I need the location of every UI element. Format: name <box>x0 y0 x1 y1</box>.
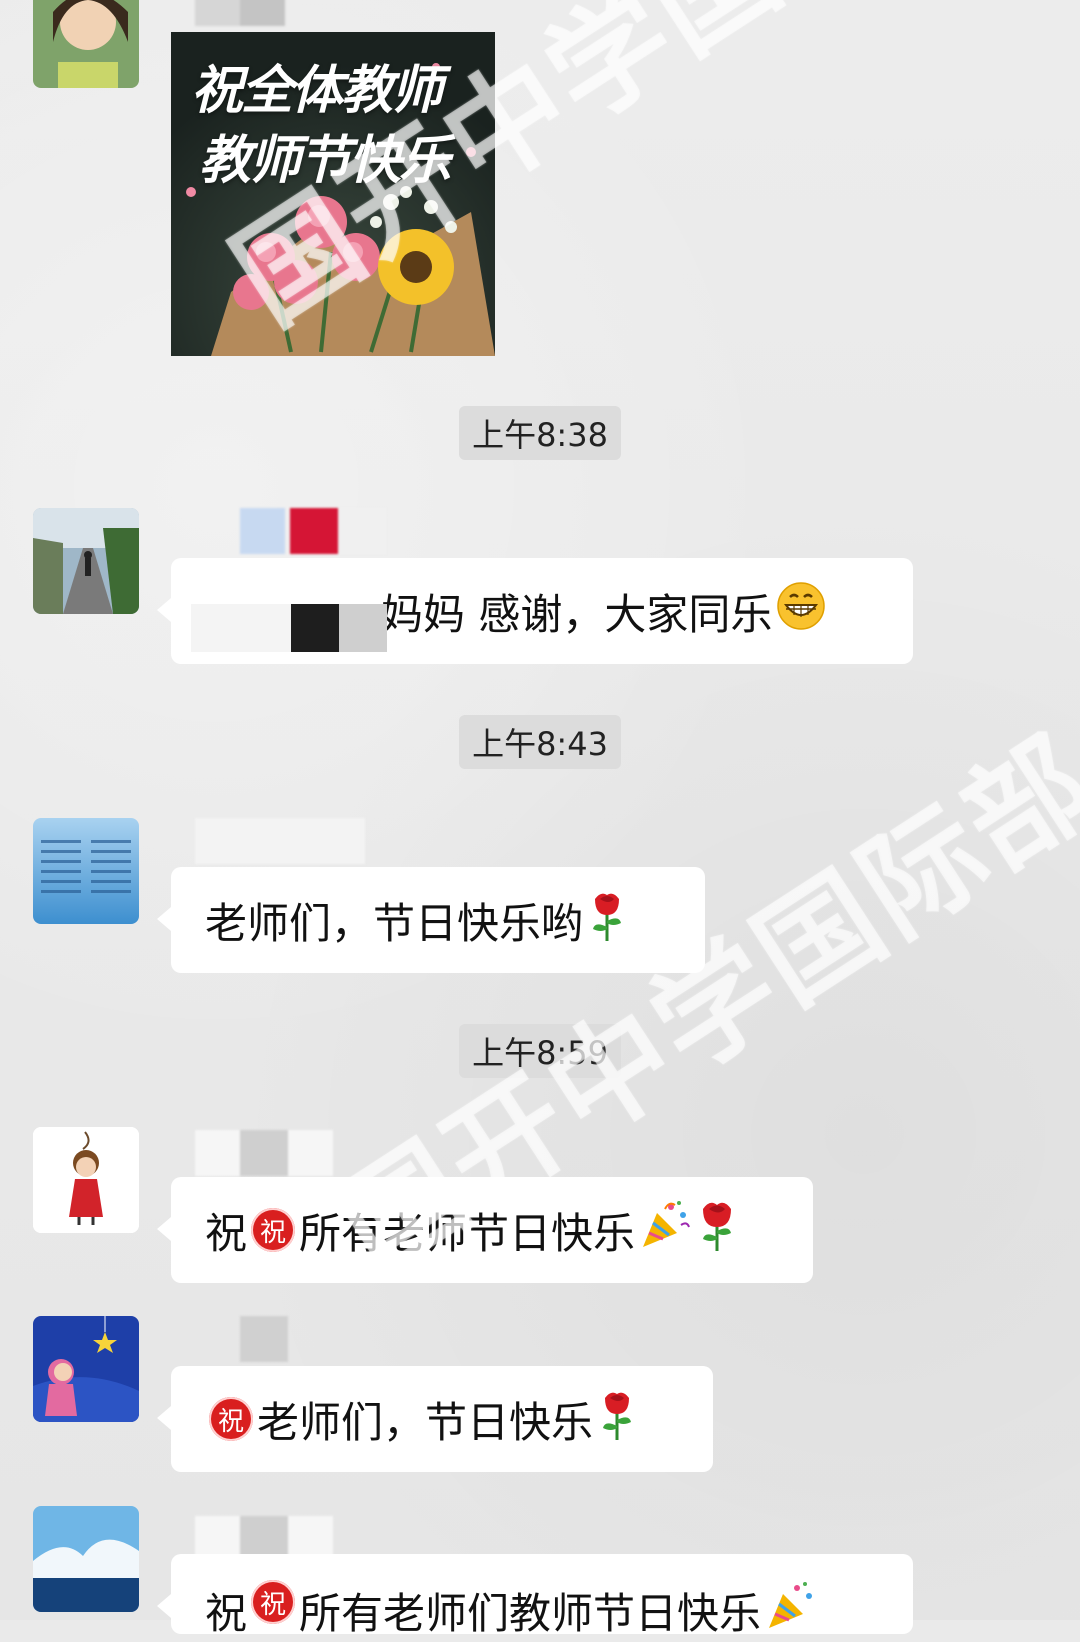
nickname-redacted <box>195 818 395 864</box>
message-text: 老师们，节日快乐哟 <box>205 898 584 948</box>
name-redacted <box>191 604 421 652</box>
message-bubble[interactable]: 祝 祝 所有老师们教师节日快乐 <box>157 1554 913 1638</box>
message-text: 妈妈 感谢，大家同乐 <box>381 589 773 639</box>
message-bubble[interactable]: 祝 祝 所有老师节日快乐 <box>157 1177 813 1283</box>
avatar[interactable] <box>33 818 139 924</box>
avatar[interactable] <box>33 1316 139 1422</box>
avatar[interactable] <box>33 508 139 614</box>
zhu-badge-icon: 祝 <box>209 1397 253 1441</box>
grin-icon <box>776 581 826 641</box>
nickname-redacted <box>195 1130 345 1176</box>
card-title-line1: 祝全体教师 <box>191 60 443 121</box>
zhu-badge-icon: 祝 <box>251 1580 296 1624</box>
nickname-redacted <box>195 508 395 554</box>
zhu-badge-icon: 祝 <box>251 1208 296 1252</box>
message-bubble[interactable]: 老师们，节日快乐哟 <box>157 867 705 973</box>
timestamp: 上午8:43 <box>459 715 621 769</box>
avatar[interactable] <box>33 1127 139 1233</box>
avatar[interactable] <box>33 1506 139 1612</box>
message-bubble[interactable]: 祝 老师们，节日快乐 <box>157 1366 713 1472</box>
message-text: 老师们，节日快乐 <box>257 1397 594 1447</box>
nickname-redacted <box>195 1316 345 1362</box>
message-bubble[interactable]: 妈妈 感谢，大家同乐 <box>157 558 913 664</box>
party-popper-icon <box>639 1199 691 1261</box>
chat-thread[interactable]: 祝全体教师 教师节快乐 上午8:38 妈妈 感谢，大家同乐 上午8:43 老师们… <box>0 0 1080 1638</box>
avatar[interactable] <box>33 0 139 88</box>
party-popper-icon <box>765 1580 817 1642</box>
image-message[interactable]: 祝全体教师 教师节快乐 <box>171 32 495 356</box>
message-prefix: 祝 <box>205 1589 248 1638</box>
rose-icon <box>695 1197 739 1263</box>
timestamp: 上午8:38 <box>459 406 621 460</box>
message-prefix: 祝 <box>205 1208 248 1258</box>
rose-icon <box>597 1386 637 1452</box>
message-text: 所有老师们教师节日快乐 <box>299 1589 762 1638</box>
timestamp: 上午8:59 <box>459 1024 621 1078</box>
rose-icon <box>587 887 627 953</box>
message-text: 所有老师节日快乐 <box>299 1208 636 1258</box>
card-title-line2: 教师节快乐 <box>199 130 451 191</box>
nickname-redacted <box>195 0 395 26</box>
